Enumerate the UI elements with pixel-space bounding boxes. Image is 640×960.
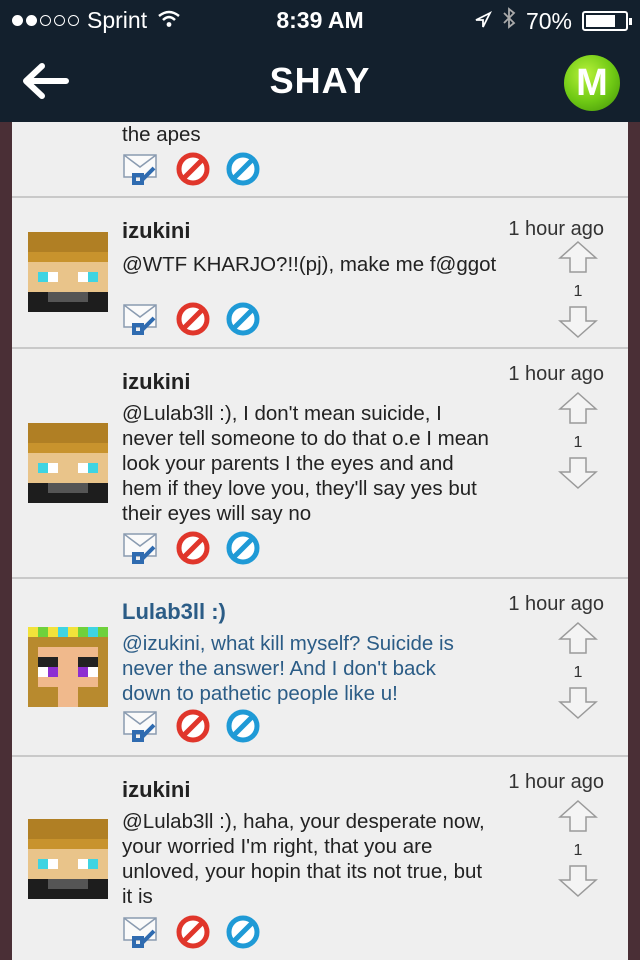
comment-line: it is [122,885,153,908]
downvote-arrow-icon[interactable] [558,686,598,725]
upvote-arrow-icon[interactable] [558,240,598,279]
comment-actions [122,915,260,954]
avatar [28,423,108,503]
battery-percent: 70% [525,7,572,34]
avatar [28,819,108,899]
avatar [28,627,108,707]
comment-line: hem if they love you, they'll say yes bu… [122,477,477,500]
comment-timestamp: 1 hour ago [508,363,604,385]
vote-count: 1 [573,283,583,300]
bluetooth-icon [502,7,516,35]
downvote-arrow-icon[interactable] [558,305,598,344]
reply-icon[interactable] [122,531,160,570]
comment-timestamp: 1 hour ago [508,771,604,793]
status-bar: Sprint 8:39 AM 70% [0,0,640,40]
battery-icon [582,11,632,31]
comment-line: look your parents I the eyes and and [122,452,454,475]
comment-text: @Lulab3ll :), I don't mean suicide, I ne… [122,401,522,526]
block-icon[interactable] [226,709,260,748]
comment-line: @Lulab3ll :), I don't mean suicide, I [122,402,442,425]
vote-control: 1 [558,799,598,903]
reply-icon[interactable] [122,915,160,954]
vote-count: 1 [573,434,583,451]
top-bar: Sprint 8:39 AM 70% SHAY M [0,0,640,122]
comment-item: izukini 1 hour ago @Lulab3ll :), I don't… [12,349,628,579]
block-icon[interactable] [226,152,260,191]
reply-icon[interactable] [122,152,160,191]
status-right: 70% [474,7,632,35]
comment-line: never the answer! And I don't back [122,657,436,680]
nav-header: SHAY M [0,40,640,122]
report-icon[interactable] [176,152,210,191]
comment-text: @izukini, what kill myself? Suicide is n… [122,631,522,706]
block-icon[interactable] [226,915,260,954]
comment-line: your worried I'm right, that you are [122,835,433,858]
comment-text: @Lulab3ll :), haha, your desperate now, … [122,809,522,909]
comment-item-partial: the apes [12,122,628,198]
comment-line: unloved, your hopin that its not true, b… [122,860,483,883]
vote-count: 1 [573,842,583,859]
page-title: SHAY [269,60,371,101]
comment-username[interactable]: izukini [122,369,190,395]
report-icon[interactable] [176,531,210,570]
upvote-arrow-icon[interactable] [558,391,598,430]
downvote-arrow-icon[interactable] [558,456,598,495]
comment-actions [122,709,260,748]
app-logo-button[interactable]: M [564,55,620,111]
comment-item: izukini 1 hour ago @Lulab3ll :), haha, y… [12,757,628,960]
report-icon[interactable] [176,302,210,341]
report-icon[interactable] [176,709,210,748]
avatar [28,232,108,312]
location-arrow-icon [474,8,492,35]
comment-actions [122,531,260,570]
downvote-arrow-icon[interactable] [558,864,598,903]
comment-username[interactable]: izukini [122,777,190,803]
upvote-arrow-icon[interactable] [558,799,598,838]
block-icon[interactable] [226,531,260,570]
comment-line: never tell someone to do that o.e I mean [122,427,489,450]
comment-line: @izukini, what kill myself? Suicide is [122,632,454,655]
comment-line: @Lulab3ll :), haha, your desperate now, [122,810,485,833]
comments-list[interactable]: the apes izukini 1 hour ago @WTF KHARJO?… [12,122,628,960]
comment-timestamp: 1 hour ago [508,218,604,240]
vote-control: 1 [558,240,598,344]
comment-text: the apes [122,123,201,146]
upvote-arrow-icon[interactable] [558,621,598,660]
comment-timestamp: 1 hour ago [508,593,604,615]
report-icon[interactable] [176,915,210,954]
reply-icon[interactable] [122,302,160,341]
vote-count: 1 [573,664,583,681]
reply-icon[interactable] [122,709,160,748]
vote-control: 1 [558,621,598,725]
comment-username[interactable]: izukini [122,218,190,244]
comment-line: their eyes will say no [122,502,312,525]
comment-item: Lulab3ll :) 1 hour ago @izukini, what ki… [12,579,628,757]
comment-username[interactable]: Lulab3ll :) [122,599,226,625]
comment-item: izukini 1 hour ago @WTF KHARJO?!!(pj), m… [12,198,628,349]
comment-line: down to pathetic people like u! [122,682,398,705]
comment-actions [122,152,260,191]
comment-text: @WTF KHARJO?!!(pj), make me f@ggot [122,253,497,276]
block-icon[interactable] [226,302,260,341]
vote-control: 1 [558,391,598,495]
comment-actions [122,302,260,341]
